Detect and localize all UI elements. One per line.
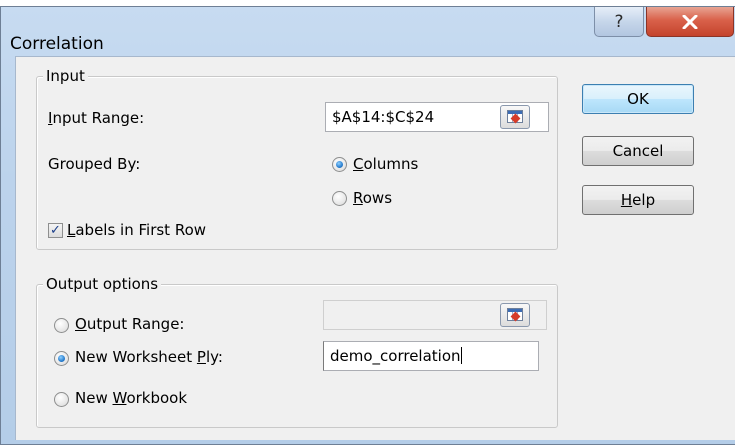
rows-label[interactable]: Rows [353, 189, 392, 207]
output-options-legend: Output options [43, 275, 162, 293]
ok-button[interactable]: OK [582, 84, 694, 114]
grouped-by-label: Grouped By: [48, 155, 141, 173]
output-range-collapse-button[interactable] [500, 303, 530, 327]
new-worksheet-ply-value: demo_correlation [330, 347, 461, 365]
new-worksheet-ply-field[interactable]: demo_correlation [323, 341, 539, 371]
cancel-button-label: Cancel [612, 142, 664, 160]
new-workbook-radio[interactable] [54, 392, 69, 407]
columns-radio[interactable] [332, 157, 347, 172]
new-worksheet-ply-label[interactable]: New Worksheet Ply: [75, 348, 223, 366]
input-range-label: Input Range: [48, 109, 145, 127]
help-button-label: Help [620, 191, 656, 209]
input-group-legend: Input [43, 67, 88, 85]
help-button[interactable]: Help [582, 185, 694, 215]
question-mark-icon: ? [614, 11, 624, 32]
new-worksheet-ply-radio[interactable] [54, 351, 69, 366]
output-range-radio[interactable] [54, 318, 69, 333]
ok-button-label: OK [627, 90, 649, 108]
close-button[interactable] [646, 7, 734, 37]
input-range-collapse-button[interactable] [500, 105, 530, 129]
columns-label[interactable]: Columns [353, 155, 418, 173]
cancel-button[interactable]: Cancel [582, 136, 694, 166]
input-range-value: $A$14:$C$24 [332, 108, 435, 126]
text-cursor [460, 347, 462, 364]
checkmark-icon: ✓ [50, 223, 61, 238]
rows-radio[interactable] [332, 191, 347, 206]
labels-in-first-row-checkbox[interactable]: ✓ [48, 223, 63, 238]
close-icon [682, 14, 698, 29]
window-title: Correlation [10, 34, 104, 54]
new-workbook-label[interactable]: New Workbook [75, 389, 187, 407]
dialog-body: Input Input Range: $A$14:$C$24 Grouped B… [15, 56, 735, 440]
context-help-button[interactable]: ? [594, 7, 644, 37]
labels-in-first-row-label[interactable]: Labels in First Row [67, 221, 206, 239]
output-range-label[interactable]: Output Range: [75, 315, 184, 333]
